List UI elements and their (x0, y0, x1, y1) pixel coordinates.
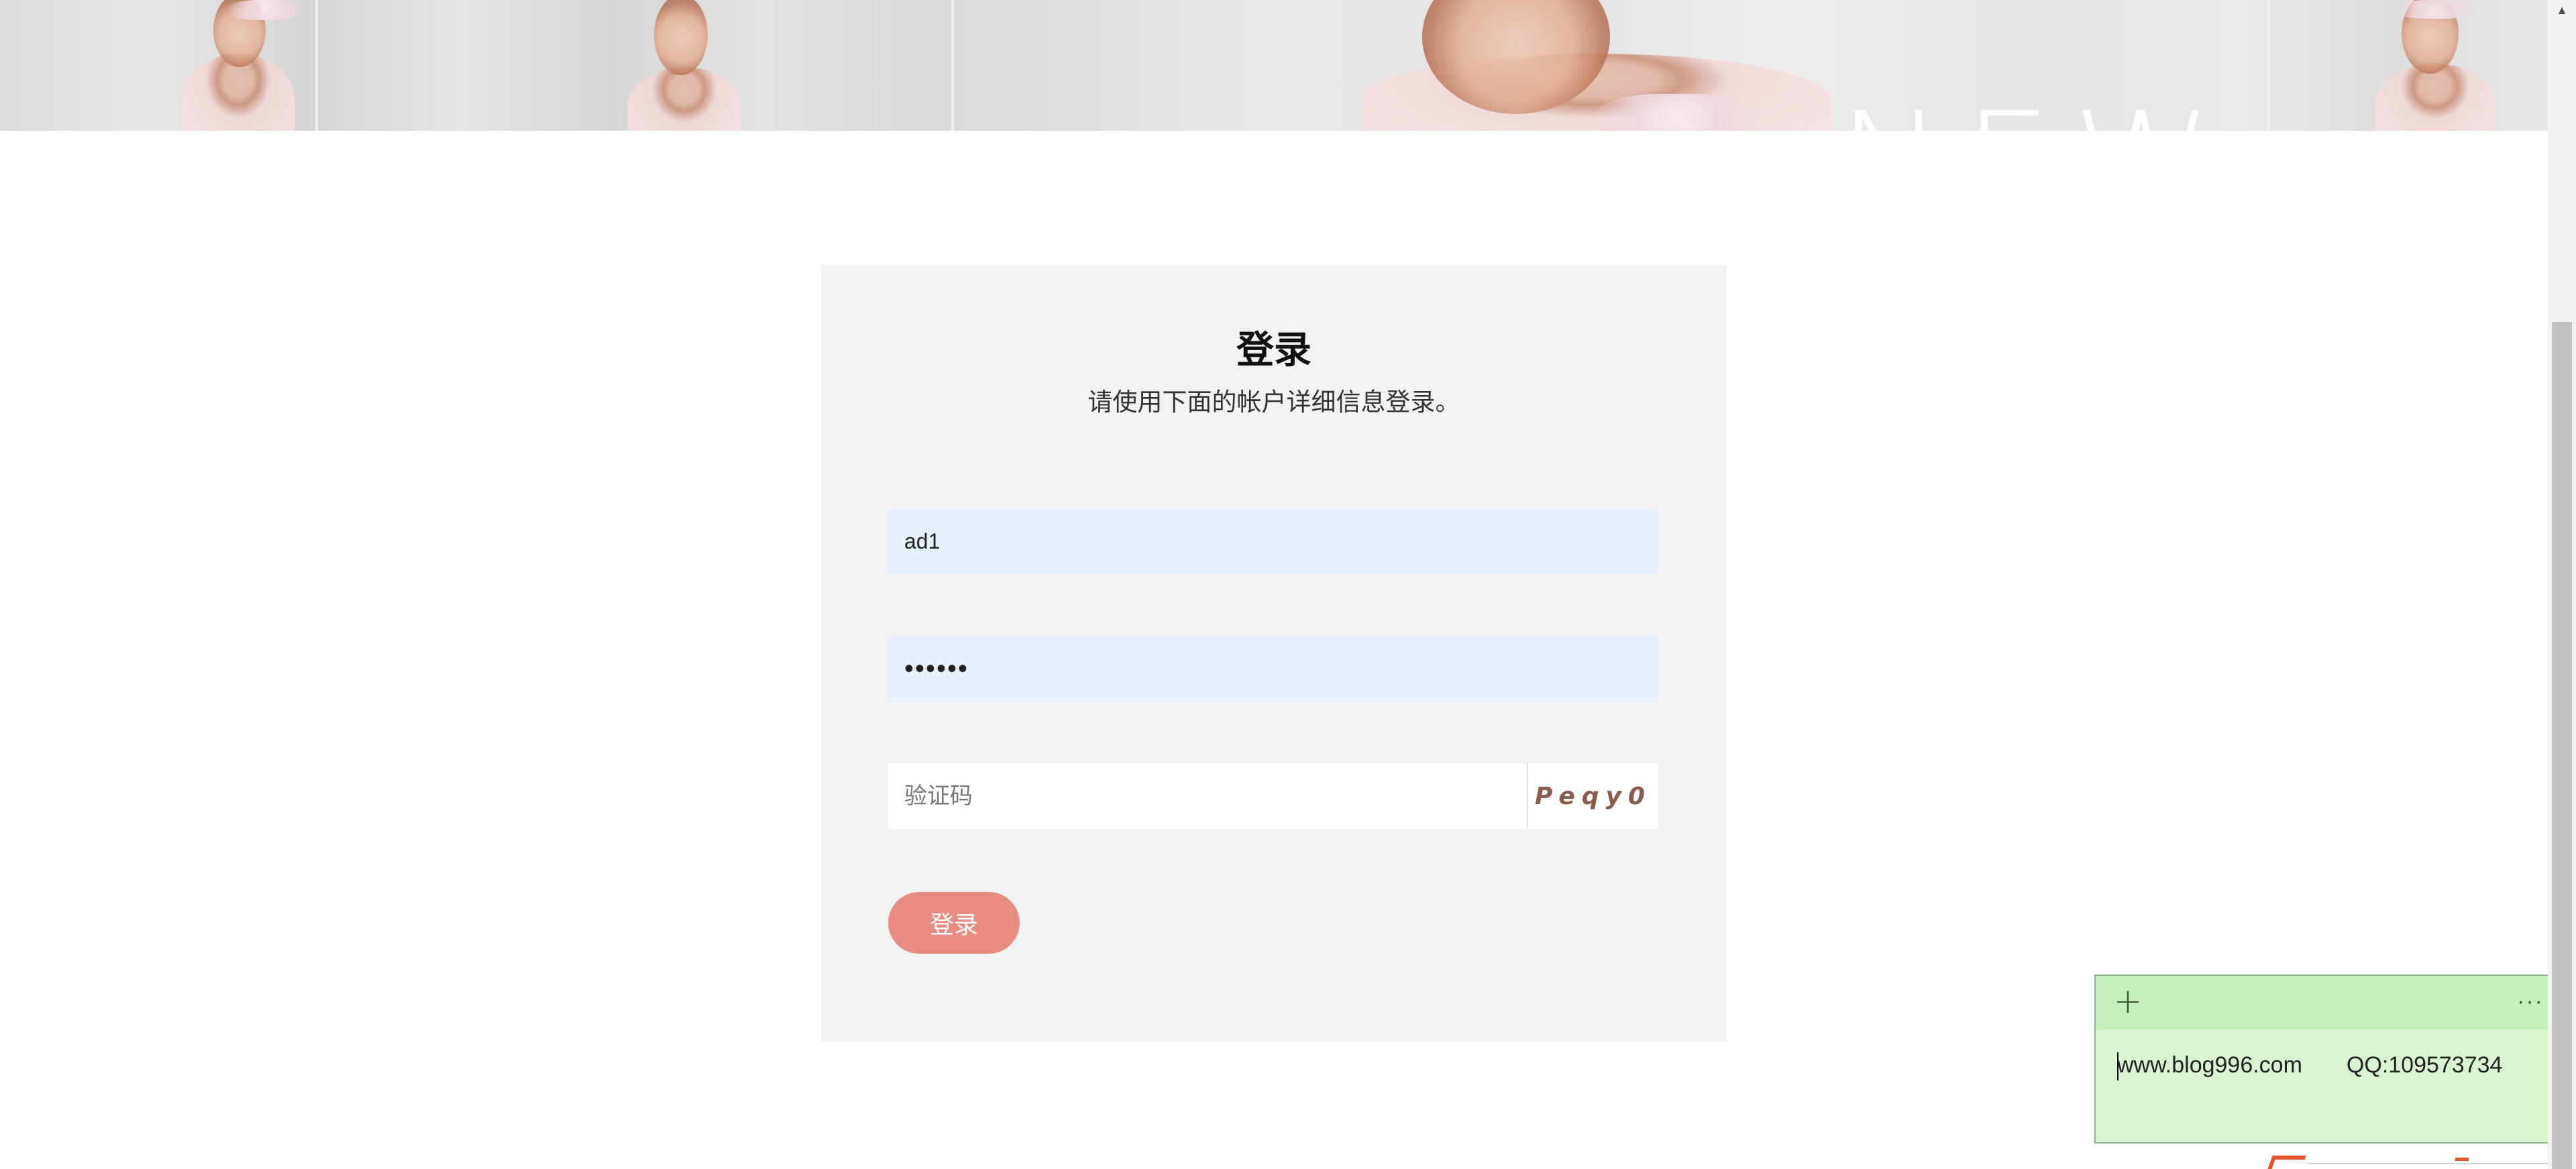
scroll-up-arrow-icon[interactable]: ▲ (2548, 0, 2576, 20)
login-title: 登录 (1236, 329, 1311, 371)
taskbar-edge (2308, 1163, 2576, 1164)
banner-divider (951, 0, 954, 131)
login-subtitle: 请使用下面的帐户详细信息登录。 (1087, 388, 1460, 416)
sticky-note-toolbar: + ··· ✕ (2096, 976, 2576, 1029)
banner-overlay-text: NEW (1838, 94, 2232, 131)
flower-crown (2395, 0, 2475, 19)
page: NEW 登录 请使用下面的帐户详细信息登录。 Peqy0 登录 + ··· ✕ … (0, 0, 2576, 1169)
sticky-note[interactable]: + ··· ✕ www.blog996.com QQ:109573734 (2094, 975, 2576, 1144)
model-image (2375, 64, 2496, 131)
login-button[interactable]: 登录 (888, 892, 1020, 954)
sticky-note-text[interactable]: www.blog996.com QQ:109573734 (2117, 1048, 2502, 1082)
hero-banner: NEW (0, 0, 2548, 131)
sticky-note-qq: QQ:109573734 (2346, 1052, 2503, 1078)
model-image (627, 67, 741, 131)
model-head (654, 0, 708, 75)
flower-bouquet (1597, 94, 1758, 131)
captcha-image[interactable]: Peqy0 (1527, 763, 1658, 829)
password-input[interactable] (888, 636, 1658, 702)
ellipsis-icon[interactable]: ··· (2512, 983, 2549, 1020)
plus-icon[interactable]: + (2109, 981, 2147, 1021)
username-input[interactable] (888, 508, 1658, 574)
banner-divider (315, 0, 318, 131)
scrollbar-thumb[interactable] (2552, 322, 2572, 1169)
app-icon-fragment (2455, 1158, 2469, 1169)
sticky-note-website: www.blog996.com (2117, 1052, 2302, 1078)
app-icon-fragment (2267, 1156, 2306, 1169)
flower-crown (228, 0, 302, 20)
login-card: 登录 请使用下面的帐户详细信息登录。 Peqy0 登录 (821, 265, 1727, 1042)
page-scrollbar[interactable]: ▲ (2548, 0, 2576, 1169)
banner-divider (2267, 0, 2270, 131)
captcha-input[interactable] (888, 763, 1527, 829)
captcha-row: Peqy0 (888, 763, 1658, 829)
